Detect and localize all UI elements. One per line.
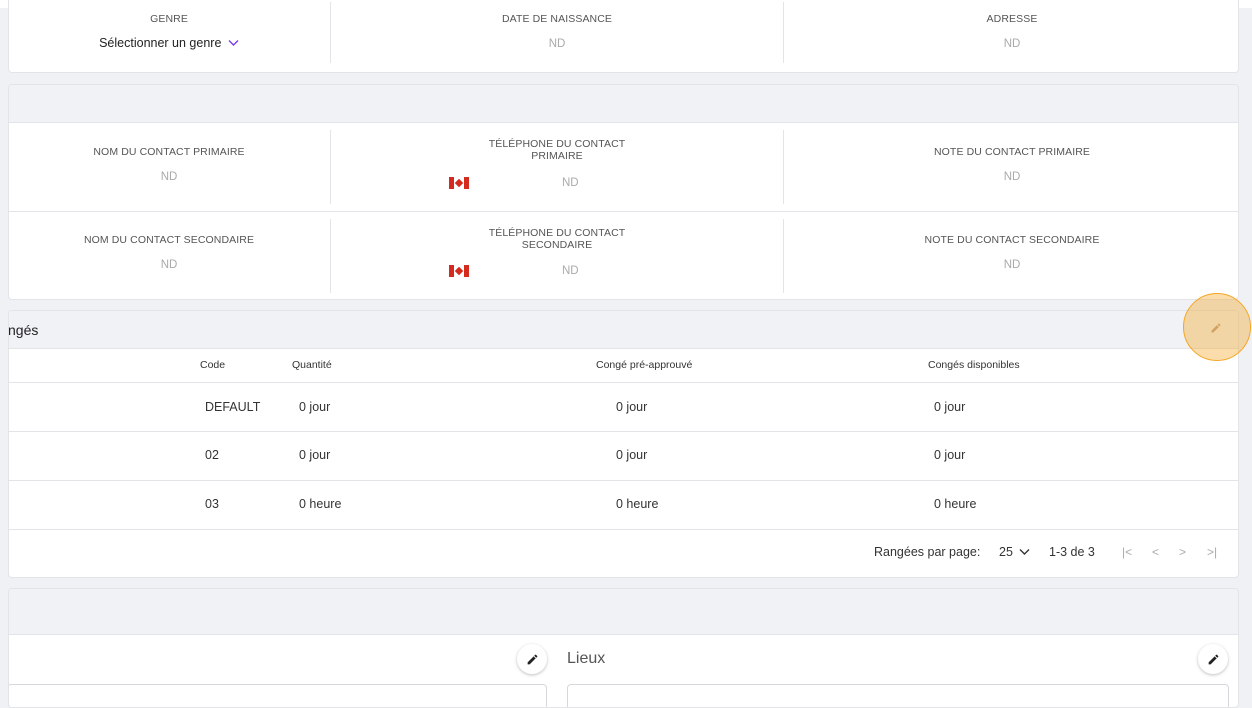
rows-per-page-select[interactable]: 25 <box>999 545 1030 559</box>
row-quantity: 0 jour <box>299 448 331 462</box>
assignments-card-header <box>9 589 1238 635</box>
column-header-preapproved[interactable]: Congé pré-approuvé <box>596 359 692 371</box>
address-value: ND <box>1003 38 1021 50</box>
primary-contact-phone-label-line1: TÉLÉPHONE DU CONTACT <box>488 138 626 150</box>
assignment-box <box>9 684 547 707</box>
row-divider <box>9 211 1238 212</box>
rows-per-page-value: 25 <box>999 545 1013 559</box>
secondary-contact-note-label: NOTE DU CONTACT SECONDAIRE <box>924 234 1100 246</box>
row-available: 0 jour <box>934 400 966 414</box>
genre-select[interactable]: Sélectionner un genre <box>9 36 329 50</box>
dob-value: ND <box>548 38 566 50</box>
address-label: ADRESSE <box>986 13 1038 25</box>
pagination-range: 1-3 de 3 <box>1049 545 1095 559</box>
primary-contact-note-label: NOTE DU CONTACT PRIMAIRE <box>933 146 1091 158</box>
canada-flag-icon[interactable] <box>449 265 469 277</box>
leaves-edit-button[interactable] <box>1183 293 1251 361</box>
first-page-icon[interactable]: |< <box>1122 545 1132 559</box>
next-page-icon[interactable]: > <box>1179 545 1186 559</box>
row-code: 03 <box>205 497 219 511</box>
row-divider <box>9 382 1238 383</box>
secondary-contact-note-field: NOTE DU CONTACT SECONDAIRE ND <box>784 234 1238 271</box>
assignments-card: Lieux <box>8 588 1239 708</box>
secondary-contact-phone-value: ND <box>562 265 579 277</box>
secondary-contact-name-label: NOM DU CONTACT SECONDAIRE <box>83 234 255 246</box>
row-quantity: 0 heure <box>299 497 342 511</box>
row-divider <box>9 480 1238 481</box>
genre-label: GENRE <box>150 13 188 25</box>
column-header-code[interactable]: Code <box>200 359 225 371</box>
column-header-available[interactable]: Congés disponibles <box>928 359 1020 371</box>
primary-contact-phone-label-line2: PRIMAIRE <box>531 150 583 162</box>
secondary-contact-phone-label-line1: TÉLÉPHONE DU CONTACT <box>488 227 626 239</box>
row-available: 0 heure <box>934 497 977 511</box>
canada-flag-icon[interactable] <box>449 177 469 189</box>
primary-contact-phone-field: TÉLÉPHONE DU CONTACT PRIMAIRE <box>331 138 783 162</box>
secondary-contact-note-value: ND <box>1003 259 1021 271</box>
locations-box <box>567 684 1229 707</box>
primary-contact-name-field: NOM DU CONTACT PRIMAIRE ND <box>9 146 329 183</box>
row-preapproved: 0 heure <box>616 497 659 511</box>
row-code: DEFAULT <box>205 400 261 414</box>
edit-button[interactable] <box>517 644 547 674</box>
primary-contact-name-value: ND <box>160 171 178 183</box>
secondary-contact-name-value: ND <box>160 259 178 271</box>
row-divider <box>9 431 1238 432</box>
dob-label: DATE DE NAISSANCE <box>501 13 613 25</box>
address-field: ADRESSE ND <box>784 13 1238 50</box>
row-preapproved: 0 jour <box>616 448 648 462</box>
primary-contact-name-label: NOM DU CONTACT PRIMAIRE <box>93 146 245 158</box>
identity-card: GENRE Sélectionner un genre DATE DE NAIS… <box>8 0 1239 73</box>
contacts-card-header <box>9 85 1238 123</box>
leaves-card-title: ngés <box>8 322 39 338</box>
locations-title: Lieux <box>567 650 606 667</box>
secondary-contact-phone-label-line2: SECONDAIRE <box>521 239 593 251</box>
column-header-quantity[interactable]: Quantité <box>292 359 332 371</box>
genre-field: GENRE Sélectionner un genre <box>9 13 329 50</box>
secondary-contact-name-field: NOM DU CONTACT SECONDAIRE ND <box>9 234 329 271</box>
chevron-down-icon <box>1019 549 1030 555</box>
row-available: 0 jour <box>934 448 966 462</box>
row-code: 02 <box>205 448 219 462</box>
dob-field: DATE DE NAISSANCE ND <box>331 13 783 50</box>
pencil-icon <box>1211 323 1221 333</box>
locations-edit-button[interactable] <box>1198 644 1228 674</box>
genre-select-value: Sélectionner un genre <box>99 36 222 50</box>
primary-contact-note-value: ND <box>1003 171 1021 183</box>
leaves-card-header: ngés <box>9 311 1238 349</box>
pencil-icon <box>1208 654 1218 664</box>
contacts-card: NOM DU CONTACT PRIMAIRE ND TÉLÉPHONE DU … <box>8 84 1239 300</box>
pencil-icon <box>527 654 537 664</box>
primary-contact-phone-value: ND <box>562 177 579 189</box>
previous-page-icon[interactable]: < <box>1152 545 1159 559</box>
chevron-down-icon <box>228 40 239 46</box>
rows-per-page-label: Rangées par page: <box>874 545 981 559</box>
row-divider <box>9 529 1238 530</box>
leaves-card: ngés Code Quantité Congé pré-approuvé Co… <box>8 310 1239 578</box>
primary-contact-note-field: NOTE DU CONTACT PRIMAIRE ND <box>784 146 1238 183</box>
row-preapproved: 0 jour <box>616 400 648 414</box>
row-quantity: 0 jour <box>299 400 331 414</box>
last-page-icon[interactable]: >| <box>1207 545 1217 559</box>
secondary-contact-phone-field: TÉLÉPHONE DU CONTACT SECONDAIRE <box>331 227 783 251</box>
